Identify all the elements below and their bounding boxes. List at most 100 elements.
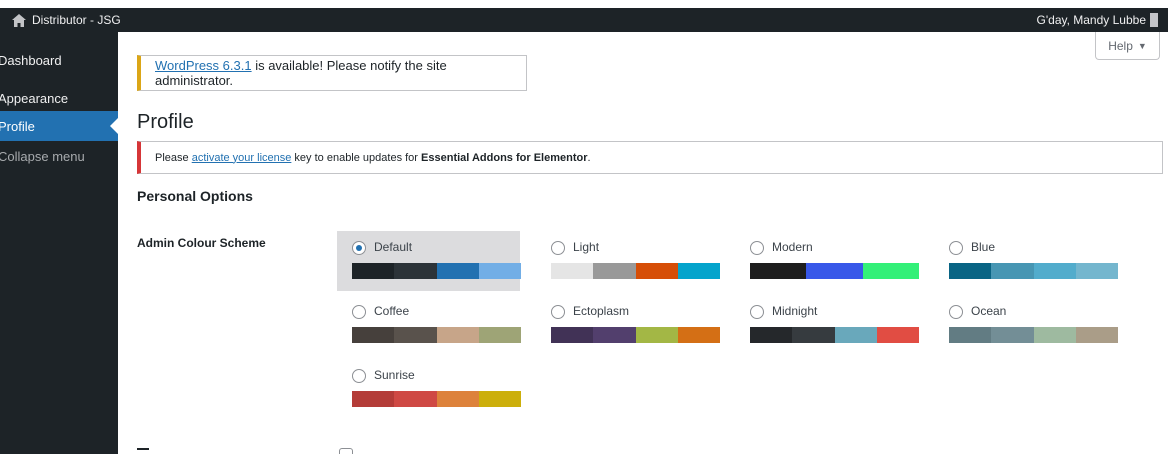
menu-item-profile[interactable]: Profile — [0, 111, 118, 141]
color-scheme-option-modern[interactable]: Modern — [735, 231, 919, 291]
update-notice-text: WordPress 6.3.1 is available! Please not… — [155, 58, 526, 88]
color-swatch-strip — [949, 263, 1118, 279]
color-swatch — [352, 327, 395, 343]
color-swatch — [593, 263, 636, 279]
color-swatch — [478, 327, 521, 343]
color-swatch — [1075, 263, 1118, 279]
color-swatch — [949, 327, 992, 343]
color-swatch — [394, 263, 437, 279]
color-scheme-name: Coffee — [374, 304, 410, 318]
wordpress-version-link[interactable]: WordPress 6.3.1 — [155, 58, 252, 73]
help-button[interactable]: Help ▼ — [1095, 32, 1160, 60]
update-notice: WordPress 6.3.1 is available! Please not… — [137, 55, 527, 91]
menu-item-label: Dashboard — [0, 52, 62, 68]
color-swatch — [806, 263, 863, 279]
help-label: Help — [1108, 38, 1133, 53]
color-swatch — [593, 327, 636, 343]
color-scheme-option-midnight[interactable]: Midnight — [735, 295, 919, 355]
color-swatch — [991, 327, 1034, 343]
color-swatch-strip — [750, 263, 919, 279]
color-scheme-name: Default — [374, 240, 413, 254]
color-scheme-label: Admin Colour Scheme — [137, 236, 266, 250]
color-scheme-name: Sunrise — [374, 368, 415, 382]
menu-item-dashboard[interactable]: Dashboard — [0, 45, 118, 75]
color-swatch — [991, 263, 1034, 279]
color-scheme-name: Ectoplasm — [573, 304, 630, 318]
color-scheme-option-default[interactable]: Default — [337, 231, 521, 291]
color-scheme-radio[interactable] — [750, 305, 764, 319]
color-scheme-option-ectoplasm[interactable]: Ectoplasm — [536, 295, 720, 355]
color-swatch — [876, 327, 919, 343]
color-scheme-radio[interactable] — [551, 305, 565, 319]
activate-license-link[interactable]: activate your license — [192, 152, 292, 164]
color-swatch — [1075, 327, 1118, 343]
color-scheme-radio[interactable] — [949, 241, 963, 255]
collapse-menu-button[interactable]: Collapse menu — [0, 141, 118, 171]
admin-menu: Dashboard Appearance Profile Collapse me… — [0, 32, 118, 454]
color-swatch — [551, 327, 594, 343]
color-swatch — [862, 263, 919, 279]
menu-item-label: Appearance — [0, 90, 69, 106]
color-scheme-option-blue[interactable]: Blue — [934, 231, 1118, 291]
color-scheme-radio[interactable] — [352, 369, 366, 383]
avatar — [1150, 13, 1158, 27]
color-swatch — [750, 263, 807, 279]
site-name-link[interactable]: Distributor - JSG — [12, 8, 121, 32]
color-scheme-radio[interactable] — [949, 305, 963, 319]
color-scheme-radio[interactable] — [352, 241, 366, 255]
color-swatch — [436, 391, 479, 407]
plugin-name: Essential Addons for Elementor — [421, 151, 588, 164]
color-swatch — [436, 263, 479, 279]
color-swatch — [949, 263, 992, 279]
color-swatch-strip — [352, 263, 521, 279]
color-swatch — [635, 263, 678, 279]
color-scheme-name: Light — [573, 240, 600, 254]
menu-item-label: Collapse menu — [0, 148, 85, 164]
color-scheme-option-ocean[interactable]: Ocean — [934, 295, 1118, 355]
license-notice: Please activate your license key to enab… — [137, 141, 1163, 174]
color-swatch-strip — [551, 327, 720, 343]
admin-bar: Distributor - JSG G'day, Mandy Lubbe — [0, 8, 1168, 32]
license-notice-middle: key to enable updates for — [291, 151, 422, 164]
menu-item-appearance[interactable]: Appearance — [0, 83, 118, 113]
color-swatch — [1033, 263, 1076, 279]
color-swatch — [352, 391, 395, 407]
color-scheme-name: Midnight — [772, 304, 818, 318]
license-notice-suffix: . — [587, 151, 591, 164]
color-swatch — [436, 327, 479, 343]
color-swatch — [478, 391, 521, 407]
color-scheme-name: Ocean — [971, 304, 1007, 318]
color-swatch — [551, 263, 594, 279]
license-notice-prefix: Please — [155, 151, 192, 164]
color-swatch — [750, 327, 793, 343]
color-swatch — [352, 263, 395, 279]
color-scheme-radio[interactable] — [750, 241, 764, 255]
color-scheme-option-light[interactable]: Light — [536, 231, 720, 291]
color-swatch — [677, 263, 720, 279]
color-swatch — [478, 263, 521, 279]
next-option-checkbox[interactable] — [339, 448, 353, 454]
color-swatch — [677, 327, 720, 343]
color-scheme-option-coffee[interactable]: Coffee — [337, 295, 521, 355]
color-swatch-strip — [750, 327, 919, 343]
next-option-label — [137, 448, 149, 454]
site-name-label: Distributor - JSG — [32, 13, 121, 27]
color-swatch — [834, 327, 877, 343]
color-swatch-strip — [551, 263, 720, 279]
color-swatch — [394, 391, 437, 407]
greeting-text: G'day, Mandy Lubbe — [1036, 13, 1146, 27]
color-swatch — [635, 327, 678, 343]
license-notice-text: Please activate your license key to enab… — [155, 152, 591, 164]
color-swatch — [394, 327, 437, 343]
chevron-down-icon: ▼ — [1137, 40, 1147, 51]
color-scheme-option-sunrise[interactable]: Sunrise — [337, 359, 521, 419]
section-title: Personal Options — [137, 188, 253, 204]
home-icon — [12, 13, 26, 27]
color-swatch — [792, 327, 835, 343]
color-scheme-radio[interactable] — [551, 241, 565, 255]
color-scheme-radio[interactable] — [352, 305, 366, 319]
color-scheme-name: Modern — [772, 240, 813, 254]
menu-item-label: Profile — [0, 118, 35, 134]
color-swatch — [1033, 327, 1076, 343]
account-menu[interactable]: G'day, Mandy Lubbe — [1037, 8, 1158, 32]
